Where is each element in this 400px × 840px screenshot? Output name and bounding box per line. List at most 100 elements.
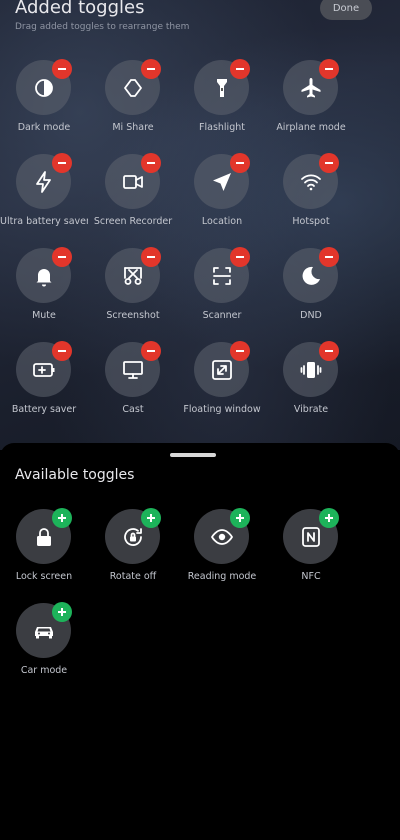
battery-icon (32, 358, 56, 382)
toggle-tile-screen-recorder[interactable]: Screen Recorder (89, 153, 179, 244)
minus-icon (323, 157, 335, 169)
plus-icon (145, 512, 157, 524)
minus-icon (145, 251, 157, 263)
remove-toggle-button[interactable] (52, 59, 72, 79)
toggle-tile-nfc[interactable]: NFC (267, 508, 357, 599)
toggle-label: Screen Recorder (93, 216, 173, 227)
minus-icon (234, 345, 246, 357)
add-toggle-button[interactable] (141, 508, 161, 528)
added-toggles-panel: Added toggles Drag added toggles to rear… (0, 0, 400, 450)
minus-icon (56, 251, 68, 263)
toggle-label: Hotspot (292, 216, 330, 227)
mi-share-icon (121, 76, 145, 100)
toggle-tile-cast[interactable]: Cast (89, 341, 179, 432)
toggle-label: Screenshot (106, 310, 160, 321)
toggle-label: Scanner (202, 310, 242, 321)
remove-toggle-button[interactable] (319, 153, 339, 173)
toggle-tile-flashlight[interactable]: Flashlight (178, 59, 268, 150)
remove-toggle-button[interactable] (52, 247, 72, 267)
monitor-icon (121, 358, 145, 382)
remove-toggle-button[interactable] (230, 247, 250, 267)
toggle-label: Battery saver (11, 404, 77, 415)
moon-icon (299, 264, 323, 288)
toggle-label: DND (300, 310, 322, 321)
toggle-tile-battery-saver[interactable]: Battery saver (0, 341, 90, 432)
toggle-tile-rotate-off[interactable]: Rotate off (89, 508, 179, 599)
minus-icon (145, 345, 157, 357)
add-toggle-button[interactable] (319, 508, 339, 528)
remove-toggle-button[interactable] (230, 341, 250, 361)
toggle-label: Ultra battery saver (0, 216, 88, 227)
remove-toggle-button[interactable] (319, 247, 339, 267)
toggle-label: Dark mode (17, 122, 71, 133)
remove-toggle-button[interactable] (141, 341, 161, 361)
remove-toggle-button[interactable] (52, 153, 72, 173)
toggle-tile-car-mode[interactable]: Car mode (0, 602, 90, 693)
dark-mode-icon (32, 76, 56, 100)
car-icon (32, 619, 56, 643)
minus-icon (56, 345, 68, 357)
toggle-label: Vibrate (293, 404, 329, 415)
minus-icon (234, 63, 246, 75)
toggle-label: Flashlight (199, 122, 245, 133)
video-camera-icon (121, 170, 145, 194)
lock-icon (32, 525, 56, 549)
toggle-tile-scanner[interactable]: Scanner (178, 247, 268, 338)
remove-toggle-button[interactable] (319, 341, 339, 361)
flashlight-icon (210, 76, 234, 100)
toggle-tile-floating-window[interactable]: Floating window (178, 341, 268, 432)
location-arrow-icon (210, 170, 234, 194)
plus-icon (56, 606, 68, 618)
toggle-tile-reading-mode[interactable]: Reading mode (178, 508, 268, 599)
minus-icon (234, 251, 246, 263)
minus-icon (145, 157, 157, 169)
scissors-icon (121, 264, 145, 288)
toggle-tile-mute[interactable]: Mute (0, 247, 90, 338)
toggle-label: Airplane mode (276, 122, 346, 133)
minus-icon (145, 63, 157, 75)
toggle-tile-mi-share[interactable]: Mi Share (89, 59, 179, 150)
toggle-label: Car mode (20, 665, 68, 676)
remove-toggle-button[interactable] (52, 341, 72, 361)
toggle-tile-lock-screen[interactable]: Lock screen (0, 508, 90, 599)
remove-toggle-button[interactable] (230, 153, 250, 173)
vibrate-icon (299, 358, 323, 382)
done-button[interactable]: Done (320, 0, 372, 20)
add-toggle-button[interactable] (52, 602, 72, 622)
bell-icon (32, 264, 56, 288)
minus-icon (56, 157, 68, 169)
toggle-tile-ultra-battery-saver[interactable]: Ultra battery saver (0, 153, 90, 244)
toggle-label: Reading mode (187, 571, 257, 582)
remove-toggle-button[interactable] (141, 59, 161, 79)
toggle-tile-screenshot[interactable]: Screenshot (89, 247, 179, 338)
add-toggle-button[interactable] (52, 508, 72, 528)
page-subtitle: Drag added toggles to rearrange them (15, 22, 190, 32)
toggle-tile-airplane-mode[interactable]: Airplane mode (267, 59, 357, 150)
toggle-tile-dark-mode[interactable]: Dark mode (0, 59, 90, 150)
page-title: Added toggles (15, 0, 145, 18)
toggle-tile-location[interactable]: Location (178, 153, 268, 244)
toggle-tile-hotspot[interactable]: Hotspot (267, 153, 357, 244)
toggle-tile-dnd[interactable]: DND (267, 247, 357, 338)
toggle-label: Floating window (183, 404, 261, 415)
hotspot-icon (299, 170, 323, 194)
minus-icon (323, 251, 335, 263)
plus-icon (56, 512, 68, 524)
toggle-label: Cast (122, 404, 144, 415)
remove-toggle-button[interactable] (230, 59, 250, 79)
nfc-icon (299, 525, 323, 549)
available-toggles-title: Available toggles (15, 467, 135, 483)
minus-icon (234, 157, 246, 169)
remove-toggle-button[interactable] (141, 247, 161, 267)
toggle-label: Location (201, 216, 243, 227)
toggle-tile-vibrate[interactable]: Vibrate (267, 341, 357, 432)
scanner-icon (210, 264, 234, 288)
drag-handle[interactable] (170, 453, 216, 457)
minus-icon (56, 63, 68, 75)
plus-icon (234, 512, 246, 524)
toggle-label: Mi Share (112, 122, 154, 133)
airplane-icon (299, 76, 323, 100)
add-toggle-button[interactable] (230, 508, 250, 528)
remove-toggle-button[interactable] (319, 59, 339, 79)
remove-toggle-button[interactable] (141, 153, 161, 173)
